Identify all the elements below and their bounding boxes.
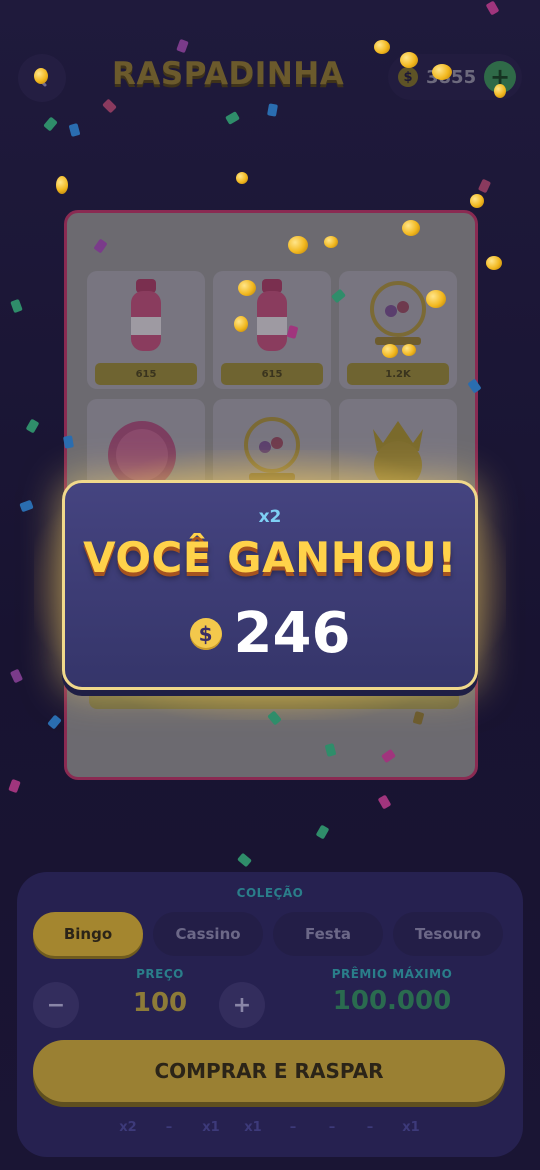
increase-price-button[interactable]: +	[219, 982, 265, 1028]
multiplier-item: –	[366, 1120, 374, 1135]
multiplier-item: –	[289, 1120, 297, 1135]
header: RASPADINHA $ 3855 +	[0, 40, 540, 110]
coin-particle	[426, 290, 446, 308]
win-multiplier: x2	[258, 507, 282, 527]
bottle-icon	[131, 279, 161, 351]
win-title: VOCÊ GANHOU!	[83, 533, 457, 582]
ticket-cell[interactable]: 615	[213, 271, 331, 389]
multiplier-item: x2	[119, 1120, 137, 1135]
coin-icon: $	[398, 67, 418, 87]
coin-particle	[238, 280, 256, 296]
coin-particle	[400, 52, 418, 68]
coin-particle	[34, 68, 48, 84]
coin-icon: $	[189, 617, 222, 650]
coin-particle	[56, 176, 68, 194]
decrease-price-button[interactable]: −	[33, 982, 79, 1028]
bottle-icon	[257, 279, 287, 351]
ticket-cell[interactable]: 615	[87, 271, 205, 389]
multiplier-item: –	[328, 1120, 336, 1135]
multiplier-item: –	[165, 1120, 173, 1135]
coin-particle	[486, 256, 502, 270]
confetti-piece	[63, 435, 74, 449]
bottom-panel: COLEÇÃO Bingo Cassino Festa Tesouro PREÇ…	[17, 872, 523, 1157]
tab-cassino[interactable]: Cassino	[153, 912, 263, 956]
buy-and-scratch-button[interactable]: COMPRAR E RASPAR	[33, 1040, 505, 1102]
coin-particle	[234, 316, 248, 332]
cell-value: 615	[221, 363, 323, 385]
coin-particle	[494, 84, 506, 98]
coin-particle	[402, 344, 416, 356]
price-value: 100	[132, 988, 188, 1018]
coin-particle	[324, 236, 338, 248]
multiplier-history: x2 – x1 x1 – – – x1	[17, 1120, 523, 1140]
max-prize-value: 100.000	[332, 986, 452, 1016]
coin-particle	[402, 220, 420, 236]
coin-particle	[288, 236, 308, 254]
bingo-cage-icon	[370, 281, 426, 345]
tab-bingo[interactable]: Bingo	[33, 912, 143, 956]
cell-value: 615	[95, 363, 197, 385]
coin-particle	[432, 64, 452, 80]
coin-particle	[374, 40, 390, 54]
coin-particle	[236, 172, 248, 184]
max-prize-label: PRÊMIO MÁXIMO	[331, 967, 453, 981]
page-title: RASPADINHA	[112, 56, 345, 92]
multiplier-item: x1	[244, 1120, 262, 1135]
win-amount-row: $ 246	[65, 601, 475, 666]
coin-particle	[470, 194, 484, 208]
win-amount: 246	[233, 601, 351, 666]
cell-value: 1.2K	[347, 363, 449, 385]
ticket-cell[interactable]: 1.2K	[339, 271, 457, 389]
tab-tesouro[interactable]: Tesouro	[393, 912, 503, 956]
coin-particle	[382, 344, 398, 358]
collection-label: COLEÇÃO	[236, 886, 304, 900]
multiplier-item: x1	[402, 1120, 420, 1135]
win-banner: x2 VOCÊ GANHOU! $ 246	[62, 480, 478, 690]
tab-festa[interactable]: Festa	[273, 912, 383, 956]
price-label: PREÇO	[136, 967, 184, 981]
multiplier-item: x1	[202, 1120, 220, 1135]
